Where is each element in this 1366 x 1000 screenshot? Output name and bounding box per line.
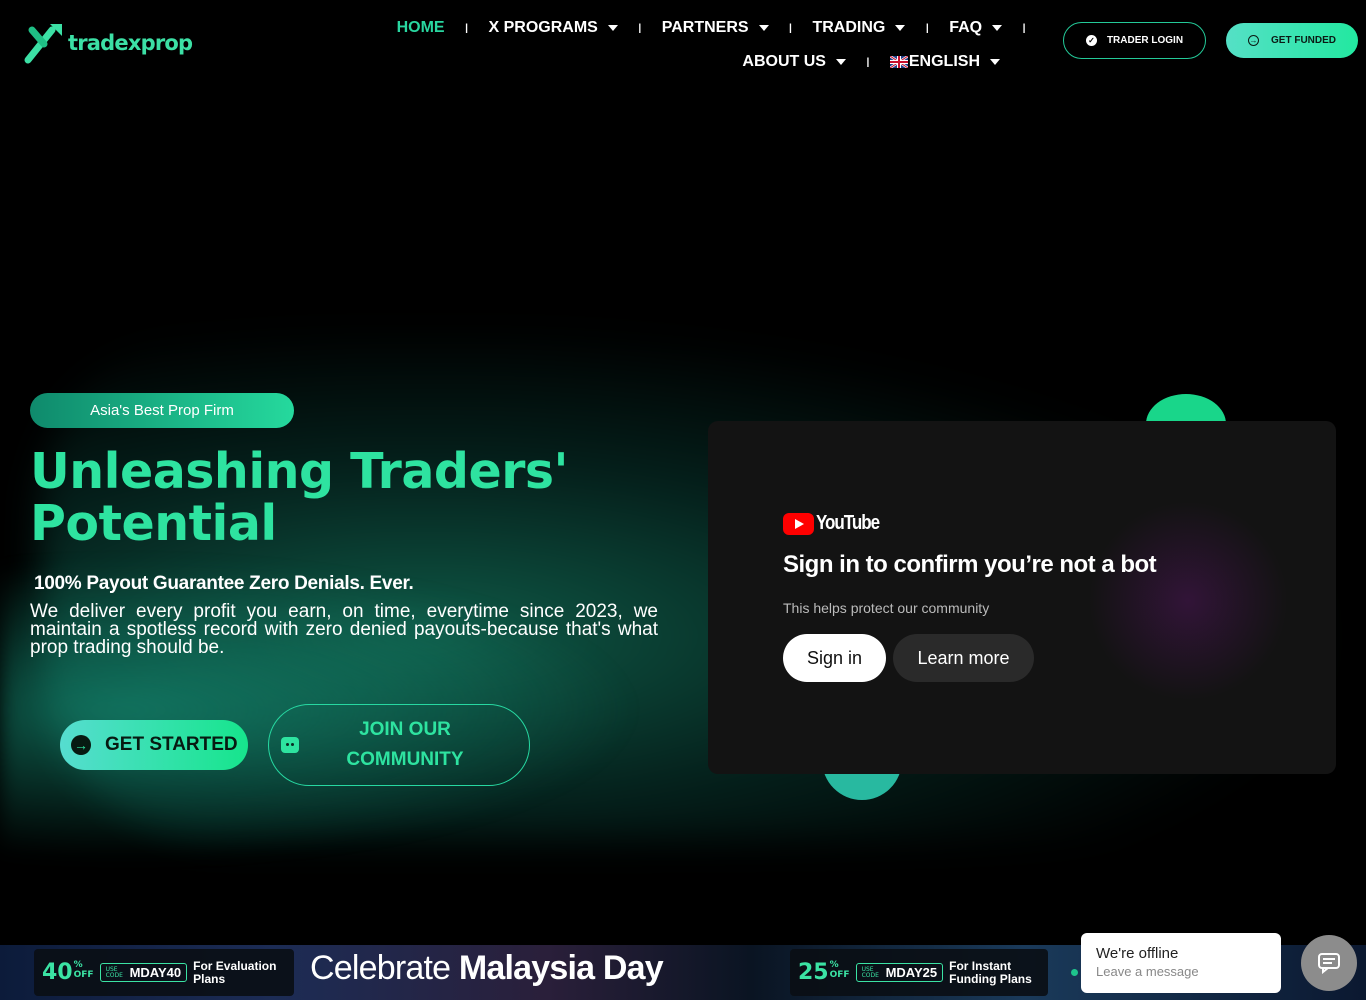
nav-faq[interactable]: FAQ: [943, 16, 1008, 40]
youtube-embed: YouTube Sign in to confirm you’re not a …: [708, 421, 1336, 774]
chat-prompt[interactable]: We're offline Leave a message: [1081, 933, 1281, 993]
main-nav: HOME I X PROGRAMS I PARTNERS I TRADING I…: [300, 16, 1040, 74]
caret-down-icon: [990, 59, 1000, 65]
discord-icon: [281, 737, 299, 753]
caret-down-icon: [895, 25, 906, 31]
offer-1-plan: For Evaluation Plans: [193, 958, 277, 986]
hero-badge: Asia's Best Prop Firm: [30, 393, 294, 428]
nav-trading[interactable]: TRADING: [806, 16, 911, 40]
youtube-learn-more-button[interactable]: Learn more: [893, 634, 1034, 682]
logo-x-icon: [22, 20, 66, 66]
nav-separator: I: [865, 54, 870, 70]
nav-x-programs[interactable]: X PROGRAMS: [482, 16, 623, 40]
nav-separator: I: [788, 20, 793, 36]
youtube-logo: YouTube: [783, 512, 890, 535]
youtube-play-icon: [783, 512, 814, 535]
nav-home-label: HOME: [396, 19, 445, 36]
arrow-right-icon: →: [71, 735, 91, 755]
get-started-label: GET STARTED: [105, 734, 238, 755]
language-label: ENGLISH: [908, 53, 980, 70]
promo-offer-1: 40% OFF USE CODE MDAY40 For Evaluation Pl…: [34, 949, 294, 996]
offer-2-code: MDAY25: [885, 965, 938, 980]
nav-separator: I: [464, 20, 469, 36]
youtube-subtitle: This helps protect our community: [783, 600, 990, 616]
offer-2-percent: 25% OFF: [798, 960, 850, 985]
promo-offer-2: 25% OFF USE CODE MDAY25 For Instant Fundi…: [790, 949, 1048, 996]
nav-partners-label: PARTNERS: [661, 19, 749, 36]
get-started-button[interactable]: → GET STARTED: [60, 720, 248, 770]
use-code-label: USE CODE: [861, 965, 879, 979]
celebrate-headline: Celebrate Malaysia Day: [310, 949, 664, 987]
caret-down-icon: [758, 25, 769, 31]
chat-launcher-button[interactable]: [1301, 935, 1357, 991]
nav-home[interactable]: HOME: [391, 16, 451, 40]
offer-2-code-box: USE CODE MDAY25: [855, 963, 944, 982]
logo-text: tradexprop: [68, 31, 193, 55]
chat-leave-message: Leave a message: [1096, 964, 1199, 979]
get-funded-button[interactable]: → GET FUNDED: [1226, 23, 1358, 58]
nav-x-programs-label: X PROGRAMS: [488, 19, 598, 36]
get-funded-label: GET FUNDED: [1271, 35, 1336, 46]
offer-1-code-box: USE CODE MDAY40: [99, 963, 188, 982]
hero-subheadline: 100% Payout Guarantee Zero Denials. Ever…: [34, 573, 414, 594]
youtube-title: Sign in to confirm you’re not a bot: [783, 551, 1157, 578]
nav-about-us[interactable]: ABOUT US: [736, 50, 852, 74]
uk-flag-icon: [889, 56, 908, 68]
caret-down-icon: [992, 25, 1003, 31]
nav-partners[interactable]: PARTNERS: [656, 16, 775, 40]
nav-separator: I: [637, 20, 642, 36]
nav-separator: I: [925, 20, 930, 36]
offer-1-percent: 40% OFF: [42, 960, 94, 985]
nav-trading-label: TRADING: [812, 19, 886, 36]
offer-1-code: MDAY40: [129, 965, 182, 980]
trader-login-label: TRADER LOGIN: [1106, 35, 1184, 46]
language-selector[interactable]: ENGLISH: [884, 50, 1006, 74]
offer-2-plan: For Instant Funding Plans: [949, 958, 1032, 986]
nav-separator: I: [1022, 20, 1026, 36]
join-community-button[interactable]: JOIN OUR COMMUNITY: [268, 704, 530, 786]
caret-down-icon: [607, 25, 618, 31]
caret-down-icon: [835, 59, 846, 65]
hero-paragraph: We deliver every profit you earn, on tim…: [30, 601, 658, 658]
youtube-wordmark: YouTube: [816, 512, 880, 534]
use-code-label: USE CODE: [105, 965, 123, 979]
logo[interactable]: tradexprop: [22, 20, 193, 66]
check-circle-icon: ✓: [1085, 35, 1097, 46]
nav-faq-label: FAQ: [949, 19, 983, 36]
arrow-circle-icon: →: [1248, 35, 1259, 46]
chat-status: We're offline: [1096, 945, 1179, 962]
hero-headline: Unleashing Traders' Potential: [30, 443, 569, 552]
trader-login-button[interactable]: ✓ TRADER LOGIN: [1063, 22, 1206, 59]
nav-about-us-label: ABOUT US: [742, 53, 826, 70]
join-community-label: JOIN OUR COMMUNITY: [346, 719, 464, 770]
chat-status-dot: [1071, 969, 1078, 976]
chat-icon: [1318, 953, 1340, 974]
youtube-signin-button[interactable]: Sign in: [783, 634, 886, 682]
